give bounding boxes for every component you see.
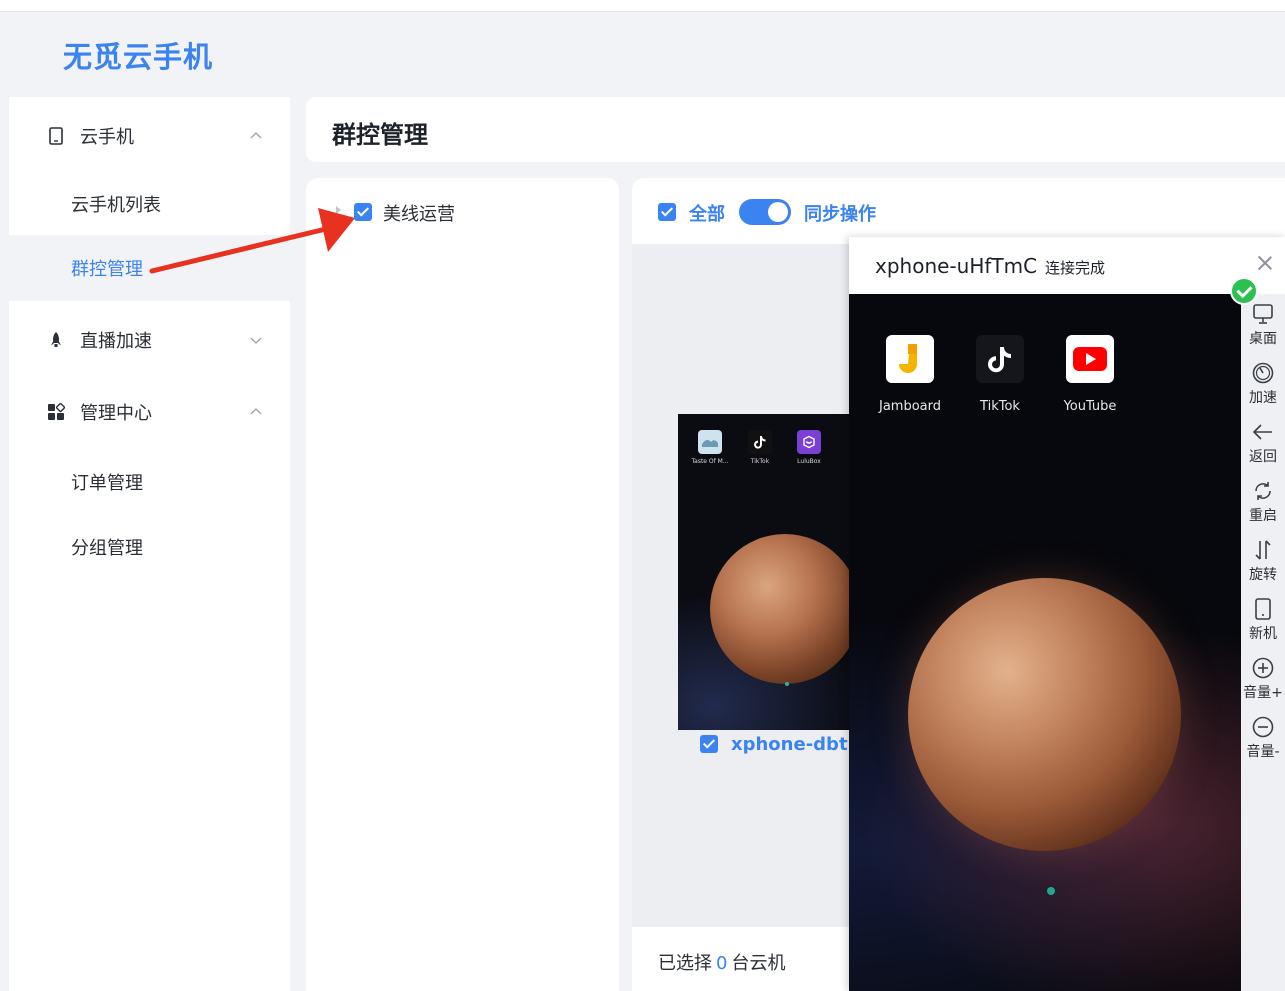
restart-button[interactable]: 重启	[1241, 479, 1285, 535]
mini-app-label: Taste Of M...	[691, 458, 729, 465]
group-label[interactable]: 美线运营	[383, 200, 455, 226]
toggle-knob	[768, 202, 788, 222]
chevron-up-icon	[250, 408, 262, 415]
sidebar-group-label: 云手机	[80, 127, 134, 148]
sidebar-item-label: 订单管理	[71, 473, 143, 494]
selection-count: 0	[716, 953, 728, 974]
select-all-label[interactable]: 全部	[689, 200, 725, 226]
device-control-popup: xphone-uHfTmC 连接完成 Jamboard TikTok YouTu…	[849, 237, 1285, 991]
selection-prefix: 已选择	[658, 953, 712, 974]
taste-app-icon	[698, 430, 722, 454]
mini-app: TikTok	[743, 430, 777, 465]
tool-label: 加速	[1249, 390, 1277, 406]
new-phone-button[interactable]: 新机	[1241, 597, 1285, 653]
chevron-up-icon	[250, 132, 262, 139]
sidebar-group-label: 管理中心	[80, 403, 152, 424]
back-arrow-icon	[1252, 424, 1272, 440]
sidebar-group-label: 直播加速	[80, 331, 152, 352]
sidebar-item-group-control[interactable]: 群控管理	[9, 235, 290, 301]
selection-summary: 已选择 0 台云机	[658, 949, 785, 975]
volume-up-button[interactable]: 音量+	[1241, 656, 1285, 712]
device-toolbar: 全部 同步操作	[632, 178, 1285, 244]
group-checkbox[interactable]	[354, 203, 372, 221]
app-label: Jamboard	[878, 399, 941, 414]
sidebar-item-label: 群控管理	[71, 259, 143, 280]
select-all-checkbox[interactable]	[658, 203, 676, 221]
tool-label: 音量-	[1246, 744, 1280, 760]
sidebar-item-group-management[interactable]: 分组管理	[9, 514, 290, 580]
app-label: YouTube	[1063, 399, 1117, 414]
sidebar: 云手机 云手机列表 群控管理 直播加速 管理中心 订单管理 分组管理	[9, 97, 290, 991]
volume-up-icon	[1252, 657, 1274, 679]
sync-label: 同步操作	[804, 204, 876, 225]
mini-app: Taste Of M...	[691, 430, 729, 465]
device-checkbox[interactable]	[700, 735, 718, 753]
phone-icon	[47, 127, 65, 145]
dashboard-icon	[47, 403, 65, 421]
app-logo[interactable]: 无觅云手机	[63, 34, 213, 76]
popup-header: xphone-uHfTmC 连接完成	[849, 237, 1285, 294]
jamboard-icon	[886, 335, 934, 383]
tool-label: 新机	[1249, 626, 1277, 642]
tool-label: 返回	[1249, 449, 1277, 465]
page-header: 群控管理	[306, 97, 1285, 162]
tool-label: 音量+	[1243, 685, 1283, 701]
connection-status: 连接完成	[1045, 259, 1106, 277]
page-indicator	[785, 682, 789, 686]
mini-app-label: TikTok	[750, 458, 770, 465]
sidebar-group-management-center[interactable]: 管理中心	[9, 379, 290, 445]
selection-suffix: 台云机	[731, 953, 786, 974]
desktop-icon	[1253, 304, 1273, 324]
device-screen[interactable]: Jamboard TikTok YouTube	[849, 294, 1241, 991]
group-tree-panel: 美线运营	[306, 178, 619, 991]
mini-app-label: LuluBox	[797, 458, 821, 465]
sync-toggle[interactable]	[739, 199, 791, 225]
rotate-button[interactable]: 旋转	[1241, 538, 1285, 594]
page-title: 群控管理	[332, 121, 428, 149]
top-strip	[0, 0, 1285, 12]
restart-icon	[1255, 482, 1271, 500]
device-thumbnail[interactable]: Taste Of M... TikTok LuluBox	[678, 414, 858, 730]
page-indicator	[1047, 887, 1055, 895]
wallpaper-planet	[908, 578, 1181, 851]
tiktok-icon	[748, 430, 772, 454]
wallpaper-planet	[710, 534, 858, 684]
connected-check-icon	[1230, 277, 1258, 305]
volume-down-button[interactable]: 音量-	[1241, 715, 1285, 771]
speed-button[interactable]: 加速	[1241, 361, 1285, 417]
tool-label: 桌面	[1249, 331, 1277, 347]
sidebar-group-cloud-phone[interactable]: 云手机	[9, 103, 290, 169]
mini-app: LuluBox	[792, 430, 826, 465]
app-window: 无觅云手机 云手机 云手机列表 群控管理 直播加速 管理中心 订单管理 分组管理…	[0, 0, 1285, 991]
desktop-button[interactable]: 桌面	[1241, 302, 1285, 358]
app-tiktok[interactable]: TikTok	[960, 335, 1040, 414]
app-jamboard[interactable]: Jamboard	[870, 335, 950, 414]
tiktok-icon	[976, 335, 1024, 383]
chevron-down-icon	[250, 337, 262, 344]
speed-icon	[1252, 362, 1274, 384]
device-action-toolbar: 桌面 加速 返回 重启 旋转 新机 音量+ 音量-	[1241, 294, 1285, 991]
sidebar-item-label: 分组管理	[71, 538, 143, 559]
sidebar-item-label: 云手机列表	[71, 195, 161, 216]
rotate-icon	[1255, 540, 1271, 560]
popup-device-name: xphone-uHfTmC	[875, 254, 1038, 278]
tool-label: 重启	[1249, 508, 1277, 524]
rocket-icon	[47, 331, 65, 349]
sidebar-item-order-management[interactable]: 订单管理	[9, 449, 290, 515]
volume-down-icon	[1252, 716, 1274, 738]
youtube-icon	[1066, 335, 1114, 383]
sidebar-group-live-boost[interactable]: 直播加速	[9, 307, 290, 373]
back-button[interactable]: 返回	[1241, 420, 1285, 476]
app-label: TikTok	[980, 399, 1020, 414]
tool-label: 旋转	[1249, 567, 1277, 583]
tree-expand-icon[interactable]	[336, 206, 341, 214]
new-phone-icon	[1255, 598, 1271, 620]
lulubox-icon	[797, 430, 821, 454]
app-youtube[interactable]: YouTube	[1050, 335, 1130, 414]
sidebar-item-cloud-phone-list[interactable]: 云手机列表	[9, 171, 290, 237]
close-icon[interactable]	[1256, 254, 1274, 272]
